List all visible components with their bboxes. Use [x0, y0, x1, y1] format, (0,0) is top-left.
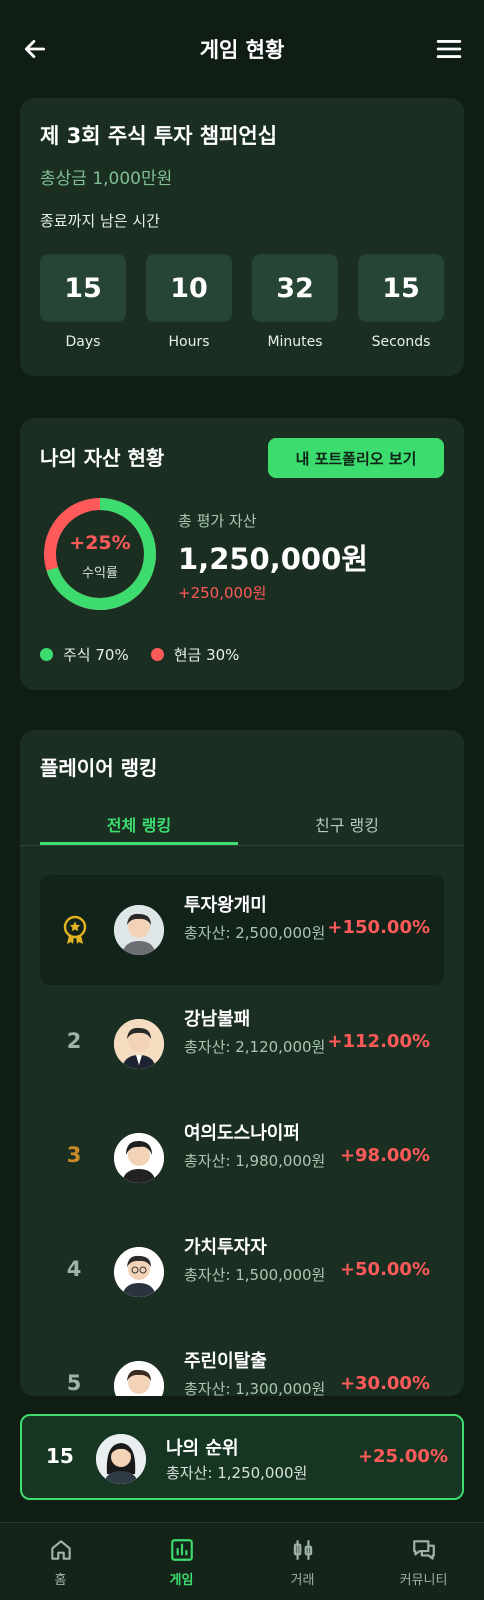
nav-label: 거래 [290, 1573, 315, 1588]
ranking-row[interactable]: 5 주린이탈출 총자산: 1,300,000원 +30.00% [40, 1331, 444, 1396]
nav-label: 홈 [54, 1573, 67, 1588]
countdown-value: 15 [40, 254, 126, 322]
total-assets-label: 총 평가 자산 [178, 512, 257, 530]
tournament-title: 제 3회 주식 투자 챔피언십 [40, 124, 278, 148]
home-icon [50, 1540, 71, 1560]
player-name: 주린이탈출 [184, 1351, 267, 1372]
rank-number: 2 [66, 1029, 82, 1053]
bottom-navigation: 홈 게임 거래 커뮤니티 [0, 1522, 484, 1600]
player-return: +50.00% [339, 1259, 430, 1280]
player-assets: 총자산: 1,500,000원 [184, 1266, 326, 1284]
countdown-label: Days [65, 334, 101, 350]
countdown-label: Minutes [267, 334, 323, 350]
avatar [114, 1247, 164, 1297]
my-rank-label: 나의 순위 [166, 1438, 239, 1459]
avatar [114, 905, 164, 955]
total-assets-value: 1,250,000원 [178, 542, 368, 576]
player-return: +30.00% [339, 1373, 430, 1394]
time-remaining-label: 종료까지 남은 시간 [40, 212, 160, 230]
rank-number: 4 [66, 1257, 82, 1281]
countdown-value: 15 [358, 254, 444, 322]
ranking-list: 투자왕개미 총자산: 2,500,000원 +150.00% 2 강남불패 총자… [40, 875, 444, 1396]
gold-medal-icon [63, 915, 87, 944]
assets-title: 나의 자산 현황 [40, 446, 165, 470]
nav-trade[interactable]: 거래 [242, 1523, 363, 1600]
legend-label: 현금 30% [173, 646, 240, 664]
ranking-row[interactable]: 3 여의도스나이퍼 총자산: 1,980,000원 +98.00% [40, 1103, 444, 1217]
rank-number: 3 [66, 1143, 82, 1167]
allocation-donut-chart [44, 498, 156, 610]
candlestick-icon [293, 1540, 312, 1560]
countdown-minutes: 32 Minutes [252, 254, 338, 350]
green-dot-icon [40, 648, 53, 661]
tab-friend-ranking[interactable]: 친구 랭킹 [238, 798, 456, 845]
my-assets-card: 나의 자산 현황 내 포트폴리오 보기 +25% 수익률 총 평가 자산 1,2… [20, 418, 464, 690]
red-dot-icon [150, 648, 164, 661]
page-title: 게임 현황 [199, 38, 285, 62]
total-assets-change: +250,000원 [178, 584, 267, 602]
tab-all-ranking[interactable]: 전체 랭킹 [40, 798, 238, 845]
player-assets: 총자산: 1,300,000원 [184, 1380, 326, 1396]
player-ranking-card: 플레이어 랭킹 전체 랭킹 친구 랭킹 투자왕개미 총자산: 2,500,000… [20, 730, 464, 1396]
my-rank-card[interactable]: 15 나의 순위 총자산: 1,250,000원 +25.00% [20, 1414, 464, 1500]
nav-home[interactable]: 홈 [0, 1523, 121, 1600]
my-rank-number: 15 [46, 1444, 74, 1468]
tournament-card: 제 3회 주식 투자 챔피언십 총상금 1,000만원 종료까지 남은 시간 1… [20, 98, 464, 376]
nav-community[interactable]: 커뮤니티 [363, 1523, 484, 1600]
app-header: 게임 현황 [0, 0, 484, 98]
nav-game[interactable]: 게임 [121, 1523, 242, 1600]
view-portfolio-button[interactable]: 내 포트폴리오 보기 [268, 438, 444, 478]
ranking-tabs: 전체 랭킹 친구 랭킹 [20, 798, 464, 846]
hamburger-menu-icon[interactable] [436, 38, 462, 60]
tournament-prize: 총상금 1,000만원 [40, 169, 173, 189]
countdown-label: Hours [168, 334, 210, 350]
countdown-seconds: 15 Seconds [358, 254, 444, 350]
countdown-value: 10 [146, 254, 232, 322]
player-return: +112.00% [327, 1031, 430, 1052]
legend-item-cash: 현금 30% [150, 644, 240, 665]
my-rank-return: +25.00% [357, 1446, 448, 1467]
bar-chart-icon [170, 1539, 193, 1561]
player-return: +150.00% [327, 917, 430, 938]
ranking-row[interactable]: 투자왕개미 총자산: 2,500,000원 +150.00% [40, 875, 444, 985]
player-name: 여의도스나이퍼 [184, 1123, 300, 1144]
return-percentage: +25% [69, 532, 131, 554]
player-name: 강남불패 [184, 1009, 251, 1030]
avatar [114, 1361, 164, 1396]
countdown-label: Seconds [371, 334, 431, 350]
avatar [96, 1434, 146, 1484]
player-assets: 총자산: 2,120,000원 [184, 1038, 326, 1056]
back-arrow-icon[interactable] [22, 36, 48, 62]
legend-item-stock: 주식 70% [40, 644, 129, 665]
avatar [114, 1133, 164, 1183]
nav-label: 커뮤니티 [399, 1573, 448, 1588]
player-assets: 총자산: 1,980,000원 [184, 1152, 326, 1170]
allocation-legend: 주식 70% 현금 30% [40, 644, 261, 665]
player-return: +98.00% [339, 1145, 430, 1166]
countdown-days: 15 Days [40, 254, 126, 350]
player-assets: 총자산: 2,500,000원 [184, 924, 326, 942]
countdown-timer: 15 Days 10 Hours 32 Minutes 15 Seconds [40, 254, 444, 350]
legend-label: 주식 70% [63, 646, 129, 664]
ranking-row[interactable]: 2 강남불패 총자산: 2,120,000원 +112.00% [40, 989, 444, 1103]
my-rank-assets: 총자산: 1,250,000원 [166, 1464, 308, 1482]
countdown-value: 32 [252, 254, 338, 322]
avatar [114, 1019, 164, 1069]
chat-icon [412, 1540, 435, 1560]
player-name: 투자왕개미 [184, 895, 267, 916]
nav-label: 게임 [169, 1573, 194, 1588]
ranking-title: 플레이어 랭킹 [40, 756, 158, 780]
ranking-row[interactable]: 4 가치투자자 총자산: 1,500,000원 +50.00% [40, 1217, 444, 1331]
return-label: 수익률 [82, 566, 118, 581]
player-name: 가치투자자 [184, 1237, 267, 1258]
countdown-hours: 10 Hours [146, 254, 232, 350]
rank-number: 5 [66, 1371, 82, 1395]
